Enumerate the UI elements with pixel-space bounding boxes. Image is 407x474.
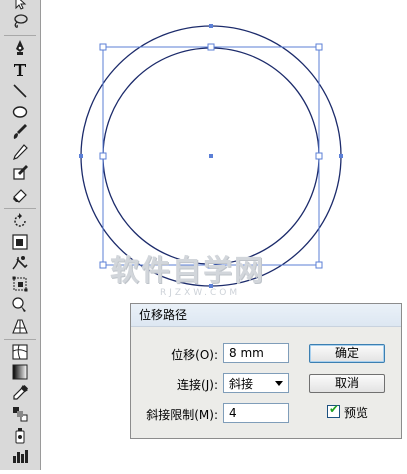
rotate-tool-icon[interactable] <box>9 210 31 232</box>
miter-limit-input[interactable]: 4 <box>223 403 289 423</box>
joins-value: 斜接 <box>229 377 254 391</box>
offset-row: 位移(O): 8 mm 确定 <box>131 343 401 365</box>
scale-tool-icon[interactable] <box>9 231 31 253</box>
handle-top-right <box>315 43 323 51</box>
joins-row: 连接(J): 斜接 取消 <box>131 373 401 395</box>
ellipse-tool-icon[interactable] <box>9 101 31 123</box>
lasso-tool-icon[interactable] <box>9 10 31 32</box>
eyedropper-tool-icon[interactable] <box>9 382 31 404</box>
artboard-canvas[interactable]: 软件自学网 RJZXW.COM 位移路径 位移(O): 8 mm 确定 连接(J… <box>42 0 407 470</box>
free-transform-tool-icon[interactable] <box>9 273 31 295</box>
line-segment-tool-icon[interactable] <box>9 80 31 102</box>
watermark-text: 软件自学网 <box>110 253 266 287</box>
preview-checkbox[interactable]: ✔ <box>327 402 340 418</box>
checkmark-icon: ✔ <box>329 402 340 416</box>
tools-panel <box>0 0 41 470</box>
center-point <box>209 154 213 158</box>
blob-brush-tool-icon[interactable] <box>9 162 31 184</box>
handle-top <box>207 43 215 51</box>
anchor-outer-right <box>339 154 343 158</box>
anchor-outer-top <box>209 24 213 28</box>
offset-input[interactable]: 8 mm <box>223 343 289 363</box>
symbol-sprayer-tool-icon[interactable] <box>9 424 31 446</box>
offset-path-dialog: 位移路径 位移(O): 8 mm 确定 连接(J): 斜接 取消 斜接限制(M)… <box>130 303 402 439</box>
blend-tool-icon[interactable] <box>9 403 31 425</box>
handle-top-left <box>99 43 107 51</box>
pen-tool-icon[interactable] <box>9 37 31 59</box>
ok-button[interactable]: 确定 <box>309 344 385 363</box>
preview-label[interactable]: 预览 <box>344 404 368 421</box>
mesh-tool-icon[interactable] <box>9 341 31 363</box>
watermark-url: RJZXW.COM <box>160 288 241 298</box>
type-tool-icon[interactable] <box>9 59 31 81</box>
handle-right <box>315 152 323 160</box>
joins-select[interactable]: 斜接 <box>223 373 289 393</box>
dialog-title: 位移路径 <box>131 304 401 327</box>
eraser-tool-icon[interactable] <box>9 184 31 206</box>
joins-label: 连接(J): <box>177 378 218 392</box>
chevron-down-icon <box>275 381 283 386</box>
warp-tool-icon[interactable] <box>9 252 31 274</box>
pencil-tool-icon[interactable] <box>9 142 31 164</box>
handle-bottom-right <box>315 261 323 269</box>
cancel-button[interactable]: 取消 <box>309 374 385 393</box>
anchor-outer-left <box>79 154 83 158</box>
handle-bottom-left <box>99 261 107 269</box>
perspective-grid-tool-icon[interactable] <box>9 315 31 337</box>
handle-left <box>99 152 107 160</box>
miter-limit-label: 斜接限制(M): <box>146 408 218 422</box>
miter-row: 斜接限制(M): 4 ✔ 预览 <box>131 403 401 425</box>
paintbrush-tool-icon[interactable] <box>9 121 31 143</box>
shape-builder-tool-icon[interactable] <box>9 294 31 316</box>
offset-label: 位移(O): <box>171 348 218 362</box>
column-graph-tool-icon[interactable] <box>9 445 31 467</box>
gradient-tool-icon[interactable] <box>9 361 31 383</box>
